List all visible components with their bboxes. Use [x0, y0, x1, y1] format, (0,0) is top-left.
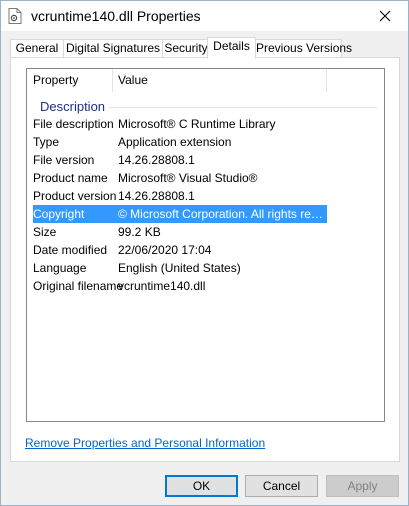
property-value: 14.26.28808.1	[118, 189, 195, 203]
list-item[interactable]: File description Microsoft® C Runtime Li…	[27, 115, 384, 133]
details-list[interactable]: Property Value Description File descript…	[26, 68, 385, 422]
close-icon[interactable]	[362, 1, 408, 31]
list-item[interactable]: Original filename vcruntime140.dll	[27, 277, 384, 295]
column-divider[interactable]	[326, 69, 327, 92]
title-bar[interactable]: vcruntime140.dll Properties	[1, 1, 408, 31]
tab-strip: General Digital Signatures Security Deta…	[10, 37, 400, 59]
tab-digital-signatures[interactable]: Digital Signatures	[63, 39, 163, 58]
column-divider[interactable]	[112, 69, 113, 92]
tab-security[interactable]: Security	[162, 39, 210, 58]
tab-general[interactable]: General	[10, 39, 64, 58]
list-item[interactable]: Date modified 22/06/2020 17:04	[27, 241, 384, 259]
property-value: 22/06/2020 17:04	[118, 243, 212, 257]
ok-button[interactable]: OK	[165, 475, 238, 497]
property-value: Microsoft® C Runtime Library	[118, 117, 276, 131]
tab-previous-versions[interactable]: Previous Versions	[255, 39, 352, 58]
property-name: Original filename	[33, 279, 124, 293]
list-item-selected[interactable]: Copyright © Microsoft Corporation. All r…	[33, 205, 327, 223]
list-item[interactable]: Type Application extension	[27, 133, 384, 151]
tab-label: Previous Versions	[256, 41, 353, 55]
tab-details[interactable]: Details	[207, 37, 256, 59]
list-item[interactable]: Language English (United States)	[27, 259, 384, 277]
tab-label: Security	[164, 41, 208, 55]
window-title: vcruntime140.dll Properties	[31, 8, 201, 24]
property-name: File description	[33, 117, 114, 131]
details-panel: Property Value Description File descript…	[10, 57, 400, 462]
list-item[interactable]: Size 99.2 KB	[27, 223, 384, 241]
apply-button[interactable]: Apply	[326, 475, 399, 497]
property-name: Type	[33, 135, 60, 149]
property-name: Copyright	[33, 207, 85, 221]
property-name: Date modified	[33, 243, 108, 257]
property-value: 99.2 KB	[118, 225, 161, 239]
dll-file-icon	[8, 8, 22, 24]
property-value: 14.26.28808.1	[118, 153, 195, 167]
cancel-button[interactable]: Cancel	[245, 475, 318, 497]
tab-label: Digital Signatures	[65, 41, 161, 55]
list-header: Property Value	[27, 69, 384, 92]
column-header-value[interactable]: Value	[118, 69, 148, 92]
property-value: Microsoft® Visual Studio®	[118, 171, 258, 185]
property-name: Size	[33, 225, 57, 239]
property-name: Language	[33, 261, 87, 275]
property-value: vcruntime140.dll	[118, 279, 206, 293]
property-name: Product version	[33, 189, 117, 203]
property-name: Product name	[33, 171, 108, 185]
property-value: © Microsoft Corporation. All rights rese…	[118, 207, 326, 221]
properties-dialog: vcruntime140.dll Properties General Digi…	[0, 0, 409, 506]
tab-label: General	[15, 41, 59, 55]
property-value: Application extension	[118, 135, 232, 149]
group-header-description: Description	[40, 99, 106, 114]
list-item[interactable]: File version 14.26.28808.1	[27, 151, 384, 169]
list-item[interactable]: Product version 14.26.28808.1	[27, 187, 384, 205]
property-name: File version	[33, 153, 95, 167]
list-item[interactable]: Product name Microsoft® Visual Studio®	[27, 169, 384, 187]
tab-label: Details	[213, 39, 250, 53]
column-header-property[interactable]: Property	[33, 69, 78, 92]
remove-properties-link[interactable]: Remove Properties and Personal Informati…	[25, 436, 265, 450]
group-divider	[109, 107, 377, 108]
property-value: English (United States)	[118, 261, 241, 275]
